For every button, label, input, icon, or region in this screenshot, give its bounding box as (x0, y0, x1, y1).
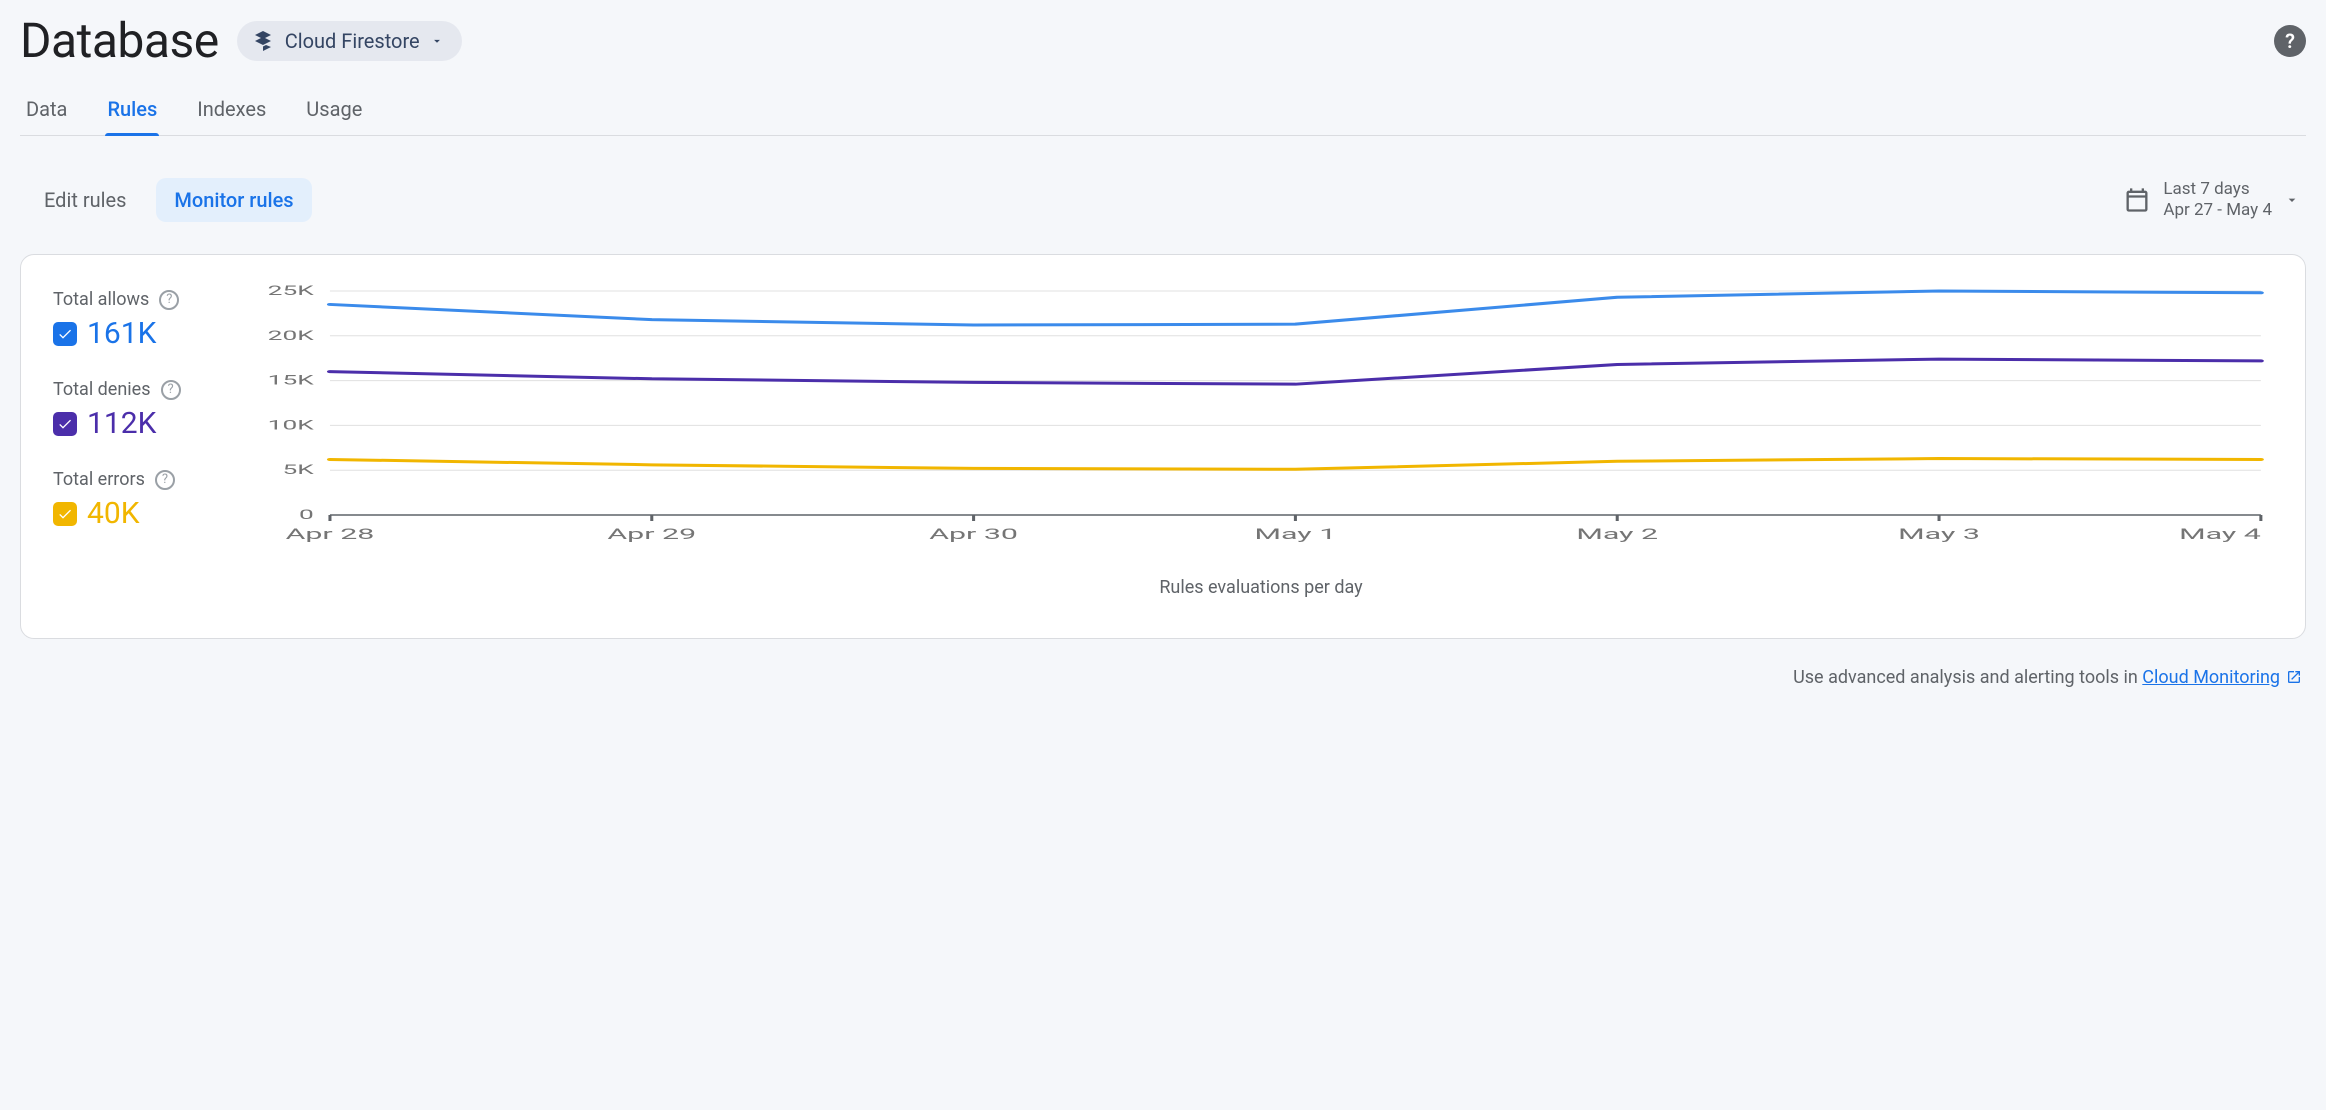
help-icon[interactable]: ? (161, 380, 181, 400)
external-link-icon (2286, 669, 2302, 690)
date-range-value: Apr 27 - May 4 (2163, 200, 2272, 221)
svg-text:10K: 10K (268, 418, 315, 433)
chart-x-axis-label: Rules evaluations per day (249, 577, 2273, 598)
tab-rules[interactable]: Rules (105, 97, 159, 135)
rules-subbar: Edit rules Monitor rules Last 7 days Apr… (20, 178, 2306, 222)
legend-errors: Total errors ? 40K (53, 469, 213, 531)
page-title: Database (20, 12, 219, 69)
legend-denies-checkbox[interactable] (53, 412, 77, 436)
cloud-monitoring-link[interactable]: Cloud Monitoring (2142, 667, 2280, 688)
svg-text:Apr 29: Apr 29 (607, 525, 696, 543)
help-icon[interactable]: ? (159, 290, 179, 310)
rules-mode-toggle: Edit rules Monitor rules (26, 178, 312, 222)
primary-tabs: Data Rules Indexes Usage (20, 97, 2306, 136)
database-selector-label: Cloud Firestore (285, 29, 420, 53)
legend-allows-checkbox[interactable] (53, 322, 77, 346)
help-icon: ? (2285, 29, 2295, 53)
svg-text:May 3: May 3 (1898, 525, 1980, 543)
help-icon[interactable]: ? (155, 470, 175, 490)
svg-text:Apr 30: Apr 30 (929, 525, 1018, 543)
chevron-down-icon (2284, 192, 2300, 208)
subtab-monitor-rules[interactable]: Monitor rules (156, 178, 311, 222)
line-chart: 0 5K 10K 15K 20K 25K Apr 28 Apr 29 Apr 30 May 1 Ma… (249, 285, 2273, 545)
legend-allows-title: Total allows (53, 289, 149, 310)
svg-text:5K: 5K (282, 463, 315, 478)
tab-indexes[interactable]: Indexes (195, 97, 268, 135)
chart-area: 0 5K 10K 15K 20K 25K Apr 28 Apr 29 Apr 30 May 1 Ma… (249, 285, 2273, 598)
svg-text:May 2: May 2 (1576, 525, 1658, 543)
database-selector[interactable]: Cloud Firestore (237, 21, 462, 61)
date-range-text: Last 7 days Apr 27 - May 4 (2163, 179, 2272, 222)
monitor-card: Total allows ? 161K Total denies ? (20, 254, 2306, 639)
legend-denies-value: 112K (87, 406, 156, 441)
chart-legend: Total allows ? 161K Total denies ? (53, 285, 213, 598)
help-button[interactable]: ? (2274, 25, 2306, 57)
legend-allows: Total allows ? 161K (53, 289, 213, 351)
legend-denies: Total denies ? 112K (53, 379, 213, 441)
legend-allows-value: 161K (87, 316, 156, 351)
tab-data[interactable]: Data (24, 97, 69, 135)
svg-text:Apr 28: Apr 28 (286, 525, 375, 543)
svg-text:May 4: May 4 (2179, 525, 2261, 543)
chevron-down-icon (430, 34, 444, 48)
firestore-icon (251, 29, 275, 53)
cloud-monitoring-note: Use advanced analysis and alerting tools… (20, 667, 2306, 690)
header: Database Cloud Firestore ? (20, 12, 2306, 69)
svg-text:25K: 25K (268, 285, 315, 299)
footer-prefix: Use advanced analysis and alerting tools… (1793, 667, 2142, 688)
svg-text:0: 0 (299, 508, 314, 523)
svg-text:20K: 20K (268, 329, 315, 344)
svg-text:15K: 15K (268, 373, 315, 388)
legend-denies-title: Total denies (53, 379, 151, 400)
svg-text:May 1: May 1 (1255, 525, 1337, 543)
date-range-preset: Last 7 days (2163, 179, 2272, 200)
legend-errors-title: Total errors (53, 469, 145, 490)
date-range-picker[interactable]: Last 7 days Apr 27 - May 4 (2123, 179, 2300, 222)
calendar-icon (2123, 186, 2151, 214)
legend-errors-checkbox[interactable] (53, 502, 77, 526)
subtab-edit-rules[interactable]: Edit rules (26, 178, 144, 222)
legend-errors-value: 40K (87, 496, 140, 531)
tab-usage[interactable]: Usage (304, 97, 364, 135)
